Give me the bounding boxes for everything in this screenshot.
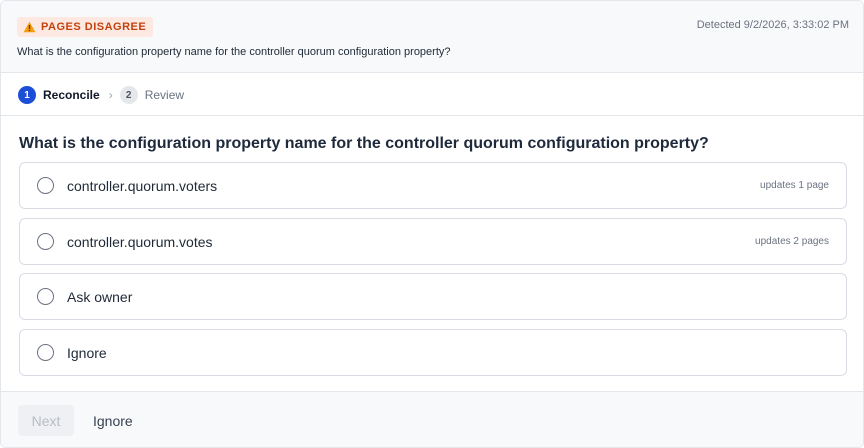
question-heading: What is the configuration property name … [19,135,709,152]
option-label: controller.quorum.votes [67,233,213,250]
step-2-number: 2 [119,86,138,104]
step-review: Review [144,88,185,102]
radio-button[interactable] [37,288,54,305]
option-label: controller.quorum.voters [67,177,218,194]
next-button[interactable]: Next [18,405,74,436]
header-question: What is the configuration property name … [17,46,451,58]
badge-label: PAGES DISAGREE [41,21,147,33]
option-ignore[interactable]: Ignore [19,329,847,376]
warning-triangle-icon [23,21,36,33]
pages-disagree-badge: PAGES DISAGREE [17,17,154,37]
option-ask-owner[interactable]: Ask owner [19,273,847,320]
option-updates-count: updates 1 page [760,180,829,191]
option-label: Ignore [67,344,107,361]
option-controller-quorum-voters[interactable]: controller.quorum.voters updates 1 page [19,162,847,209]
radio-button[interactable] [37,344,54,361]
radio-button[interactable] [37,177,54,194]
option-label: Ask owner [67,288,133,305]
option-controller-quorum-votes[interactable]: controller.quorum.votes updates 2 pages [19,218,847,265]
step-reconcile: Reconcile [43,88,100,102]
detected-timestamp: Detected 9/2/2026, 3:33:02 PM [696,19,849,31]
ignore-button[interactable]: Ignore [83,405,143,436]
step-1-number: 1 [18,86,36,104]
action-footer: Next Ignore [1,391,863,447]
step-separator-chevron-icon: › [108,88,113,102]
option-updates-count: updates 2 pages [755,236,829,247]
conflict-card: PAGES DISAGREE Detected 9/2/2026, 3:33:0… [0,0,864,448]
conflict-header: PAGES DISAGREE Detected 9/2/2026, 3:33:0… [1,1,863,73]
divider [1,115,863,116]
radio-button[interactable] [37,233,54,250]
stepper: 1 Reconcile › 2 Review [18,86,184,104]
